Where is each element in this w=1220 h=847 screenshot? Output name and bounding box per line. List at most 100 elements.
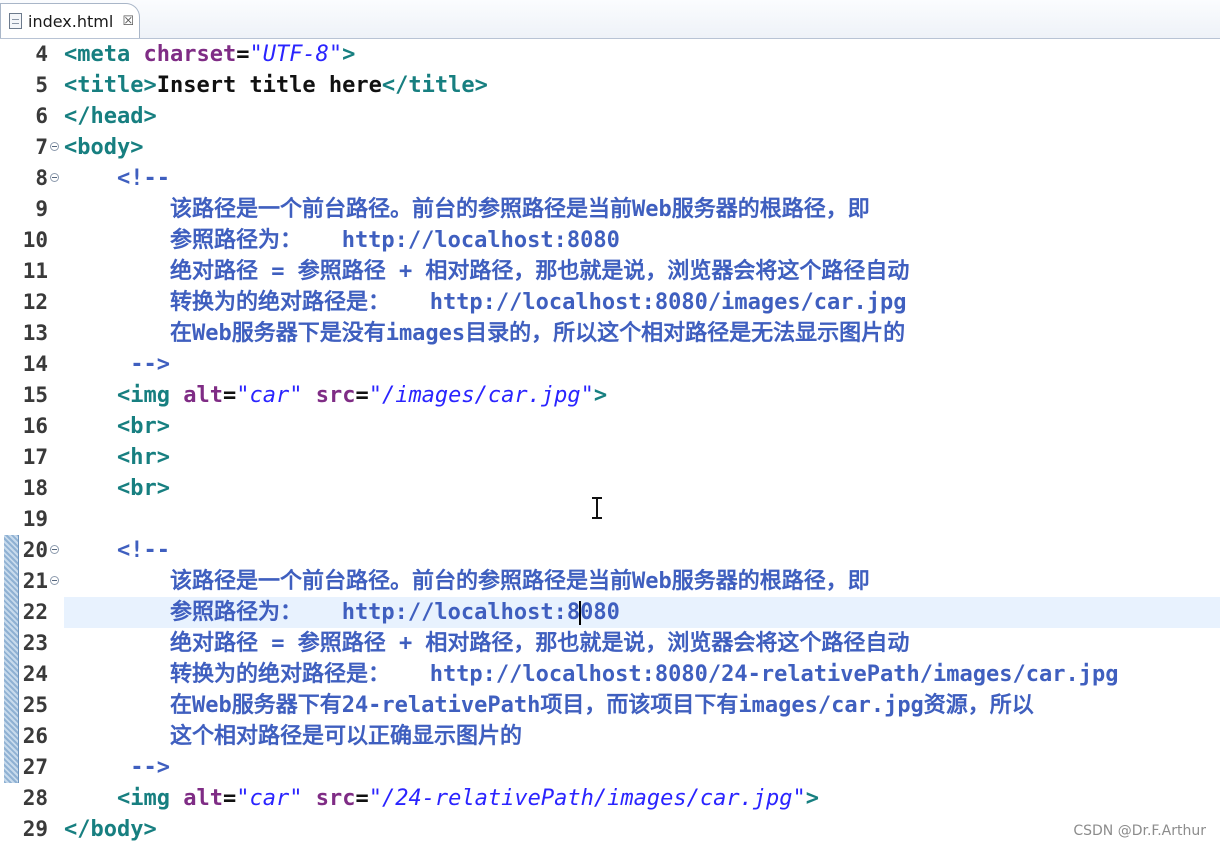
code-line[interactable]: 17 <hr>: [0, 442, 1220, 473]
code-line[interactable]: 28 <img alt="car" src="/24-relativePath/…: [0, 783, 1220, 814]
code-line[interactable]: 18 <br>: [0, 473, 1220, 504]
fold-toggle-icon[interactable]: [50, 576, 59, 585]
code-text: <body>: [64, 132, 1220, 163]
line-number: 17: [22, 445, 48, 469]
token-tag: <body>: [64, 135, 144, 160]
token-val: "/24-relativePath/images/car.jpg": [368, 786, 806, 811]
token-cmt: -->: [64, 352, 170, 377]
fold-toggle-icon[interactable]: [50, 142, 59, 151]
code-line[interactable]: 15 <img alt="car" src="/images/car.jpg">: [0, 380, 1220, 411]
tab-title: index.html: [28, 11, 114, 31]
code-line[interactable]: 8 <!--: [0, 163, 1220, 194]
code-text: <br>: [64, 473, 1220, 504]
token-val: "car": [236, 786, 303, 811]
line-number: 16: [22, 414, 48, 438]
code-text: <img alt="car" src="/24-relativePath/ima…: [64, 783, 1220, 814]
close-icon[interactable]: ☒: [122, 14, 134, 29]
code-line[interactable]: 27 -->: [0, 752, 1220, 783]
code-line[interactable]: 6 </head>: [0, 101, 1220, 132]
code-line[interactable]: 25 在Web服务器下有24-relativePath项目，而该项目下有imag…: [0, 690, 1220, 721]
code-text: </body>: [64, 814, 1220, 845]
token-cmt: <!--: [64, 538, 170, 563]
code-text: <meta charset="UTF-8">: [64, 39, 1220, 70]
code-line[interactable]: 10 参照路径为： http://localhost:8080: [0, 225, 1220, 256]
token-tag: >: [805, 786, 820, 811]
token-cmt: 参照路径为： http://localhost:8: [64, 600, 581, 625]
line-number: 23: [22, 631, 48, 655]
code-text: 参照路径为： http://localhost:8080: [64, 225, 1220, 256]
code-text: 绝对路径 = 参照路径 + 相对路径，那也就是说，浏览器会将这个路径自动: [64, 256, 1220, 287]
line-number: 21: [22, 569, 48, 593]
code-line[interactable]: 14 -->: [0, 349, 1220, 380]
code-editor[interactable]: 4 <meta charset="UTF-8"> 5 <title>Insert ti…: [0, 39, 1220, 847]
token-tag: <meta: [64, 42, 144, 67]
token-tag: <br>: [116, 476, 170, 501]
fold-toggle-icon[interactable]: [50, 545, 59, 554]
code-line[interactable]: 13 在Web服务器下是没有images目录的，所以这个相对路径是无法显示图片的: [0, 318, 1220, 349]
code-text: <!--: [64, 163, 1220, 194]
line-number: 27: [22, 755, 48, 779]
line-number: 25: [22, 693, 48, 717]
code-text: <!--: [64, 535, 1220, 566]
code-text: -->: [64, 752, 1220, 783]
code-line[interactable]: 22 参照路径为： http://localhost:8080: [0, 597, 1220, 628]
code-text: 在Web服务器下是没有images目录的，所以这个相对路径是无法显示图片的: [64, 318, 1220, 349]
token-tag: >: [593, 383, 608, 408]
token-cmt: 080: [580, 600, 620, 625]
line-number: 20: [22, 538, 48, 562]
token-cmt: 转换为的绝对路径是： http://localhost:8080/24-rela…: [64, 662, 1119, 687]
code-text: 在Web服务器下有24-relativePath项目，而该项目下有images/…: [64, 690, 1220, 721]
token-plain: =: [222, 786, 237, 811]
token-tag: <img: [116, 383, 184, 408]
line-number: 5: [35, 73, 48, 97]
token-cmt: 该路径是一个前台路径。前台的参照路径是当前Web服务器的根路径，即: [64, 569, 870, 594]
line-number: 10: [22, 228, 48, 252]
line-number: 18: [22, 476, 48, 500]
code-line[interactable]: 20 <!--: [0, 535, 1220, 566]
code-line[interactable]: 23 绝对路径 = 参照路径 + 相对路径，那也就是说，浏览器会将这个路径自动: [0, 628, 1220, 659]
editor-tab-bar: index.html ☒: [0, 0, 1220, 39]
token-attr: alt: [183, 383, 223, 408]
code-line[interactable]: 21 该路径是一个前台路径。前台的参照路径是当前Web服务器的根路径，即: [0, 566, 1220, 597]
line-number: 6: [35, 104, 48, 128]
tab-index-html[interactable]: index.html ☒: [0, 3, 140, 38]
code-line[interactable]: 29 </body>: [0, 814, 1220, 845]
code-line[interactable]: 16 <br>: [0, 411, 1220, 442]
line-number: 8: [35, 166, 48, 190]
code-line[interactable]: 5 <title>Insert title here</title>: [0, 70, 1220, 101]
code-line[interactable]: 19: [0, 504, 1220, 535]
code-text: <title>Insert title here</title>: [64, 70, 1220, 101]
token-tag: >: [342, 42, 356, 67]
token-cmt: 该路径是一个前台路径。前台的参照路径是当前Web服务器的根路径，即: [64, 197, 870, 222]
token-tag: <img: [116, 786, 184, 811]
line-number: 24: [22, 662, 48, 686]
token-tag: <hr>: [116, 445, 170, 470]
token-val: "/images/car.jpg": [368, 383, 594, 408]
token-plain: =: [355, 786, 369, 811]
code-text: 绝对路径 = 参照路径 + 相对路径，那也就是说，浏览器会将这个路径自动: [64, 628, 1220, 659]
token-cmt: 转换为的绝对路径是： http://localhost:8080/images/…: [64, 290, 907, 315]
token-attr: alt: [183, 786, 223, 811]
fold-toggle-icon[interactable]: [50, 173, 59, 182]
token-cmt: 在Web服务器下有24-relativePath项目，而该项目下有images/…: [64, 693, 1034, 718]
token-tag: <title>: [64, 73, 157, 98]
token-tag: <br>: [116, 414, 170, 439]
code-line[interactable]: 12 转换为的绝对路径是： http://localhost:8080/imag…: [0, 287, 1220, 318]
code-line[interactable]: 11 绝对路径 = 参照路径 + 相对路径，那也就是说，浏览器会将这个路径自动: [0, 256, 1220, 287]
line-number: 9: [35, 197, 48, 221]
code-line[interactable]: 7 <body>: [0, 132, 1220, 163]
token-tag: </title>: [381, 73, 488, 98]
code-text: -->: [64, 349, 1220, 380]
line-number: 7: [35, 135, 48, 159]
line-number: 14: [22, 352, 48, 376]
line-number: 22: [22, 600, 48, 624]
code-line[interactable]: 4 <meta charset="UTF-8">: [0, 39, 1220, 70]
code-text: </head>: [64, 101, 1220, 132]
line-number: 13: [22, 321, 48, 345]
code-line[interactable]: 26 这个相对路径是可以正确显示图片的: [0, 721, 1220, 752]
code-line[interactable]: 24 转换为的绝对路径是： http://localhost:8080/24-r…: [0, 659, 1220, 690]
code-line[interactable]: 9 该路径是一个前台路径。前台的参照路径是当前Web服务器的根路径，即: [0, 194, 1220, 225]
